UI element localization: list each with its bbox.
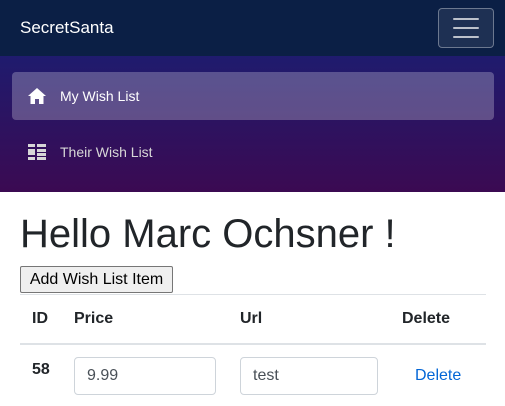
- sidebar-item-label: Their Wish List: [60, 144, 153, 160]
- sidebar-item-my-wish-list[interactable]: My Wish List: [12, 72, 494, 120]
- hamburger-icon: [453, 27, 479, 29]
- brand-link[interactable]: SecretSanta: [20, 17, 114, 39]
- column-header-id: ID: [32, 310, 48, 327]
- delete-link[interactable]: Delete: [415, 366, 461, 386]
- column-header-price: Price: [74, 310, 114, 327]
- column-header-url: Url: [240, 310, 263, 327]
- sidebar-item-their-wish-list[interactable]: Their Wish List: [12, 128, 494, 176]
- price-input[interactable]: [74, 357, 216, 395]
- navbar-toggler-button[interactable]: [438, 8, 494, 48]
- table-top-border: [20, 294, 486, 295]
- top-navbar: SecretSanta: [0, 0, 505, 56]
- home-icon: [27, 86, 47, 106]
- page-title: Hello Marc Ochsner !: [20, 212, 396, 256]
- list-icon: [27, 142, 47, 162]
- row-id-cell: 58: [32, 361, 50, 378]
- hamburger-icon: [453, 18, 479, 20]
- sidebar-nav: My Wish List Their Wish List: [0, 56, 505, 192]
- add-wish-list-item-button[interactable]: Add Wish List Item: [20, 266, 173, 293]
- table-header-divider: [20, 343, 486, 345]
- sidebar-item-label: My Wish List: [60, 88, 140, 104]
- hamburger-icon: [453, 36, 479, 38]
- url-input[interactable]: [240, 357, 378, 395]
- column-header-delete: Delete: [402, 310, 451, 327]
